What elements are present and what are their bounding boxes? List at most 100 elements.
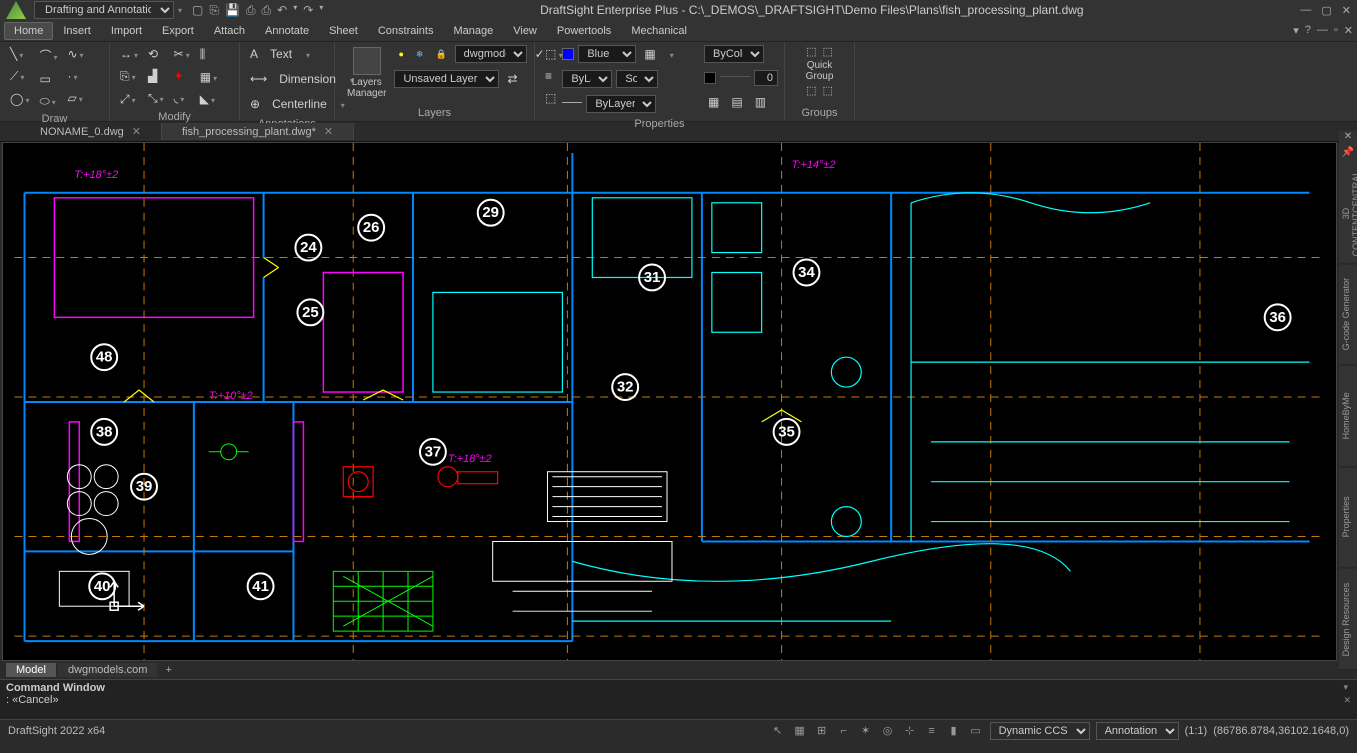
workspace-select[interactable]: Drafting and Annotation xyxy=(34,1,174,19)
qat-undo-drop[interactable]: ▾ xyxy=(293,3,297,18)
move-tool-icon[interactable]: ↔ xyxy=(116,45,142,63)
prop-grid-drop[interactable] xyxy=(664,45,678,63)
menu-import[interactable]: Import xyxy=(101,22,152,40)
side-homebyme[interactable]: HomeByMe xyxy=(1339,366,1357,467)
offset-tool-icon[interactable]: ⫼ xyxy=(196,45,221,64)
qat-redo-icon[interactable]: ↷ xyxy=(303,3,313,18)
qat-saveas-icon[interactable]: ⎙ xyxy=(246,3,256,18)
menu-manage[interactable]: Manage xyxy=(443,22,503,40)
layer-tool2-icon[interactable]: ⇄ xyxy=(503,70,521,88)
status-dyn-icon[interactable]: ▭ xyxy=(968,723,984,739)
status-lwt-icon[interactable]: ≡ xyxy=(924,723,940,739)
prop-match-icon[interactable]: ⬚ xyxy=(541,45,560,63)
layout-tab-model[interactable]: Model xyxy=(6,663,56,677)
menu-view[interactable]: View xyxy=(503,22,547,40)
center-label[interactable]: Centerline xyxy=(268,95,331,113)
menu-powertools[interactable]: Powertools xyxy=(547,22,621,40)
close-icon[interactable]: ✕ xyxy=(1342,4,1351,17)
side-design-resources[interactable]: Design Resources xyxy=(1339,569,1357,670)
status-annotation-select[interactable]: Annotation xyxy=(1096,722,1179,740)
text-drop[interactable] xyxy=(300,45,314,63)
polyline-tool-icon[interactable]: ⟋ xyxy=(6,67,33,86)
center-tool-icon[interactable]: ⊕ xyxy=(246,95,264,113)
fillet-tool-icon[interactable]: ◟ xyxy=(170,89,194,107)
status-polar-icon[interactable]: ✶ xyxy=(858,723,874,739)
array-tool-icon[interactable]: ▦ xyxy=(196,68,221,86)
bycolor-select[interactable]: ByColor xyxy=(704,45,764,63)
close-tab-icon[interactable]: ✕ xyxy=(324,125,333,138)
file-tab[interactable]: NONAME_0.dwg✕ xyxy=(20,123,162,140)
ellipse-tool-icon[interactable]: ⬭ xyxy=(35,92,61,111)
text-tool-icon[interactable]: A xyxy=(246,45,262,63)
status-cursor-icon[interactable]: ↖ xyxy=(770,723,786,739)
rotate-tool-icon[interactable]: ⟲ xyxy=(144,45,168,63)
menu-sheet[interactable]: Sheet xyxy=(319,22,368,40)
qat-new-icon[interactable]: ▢ xyxy=(192,3,203,18)
status-esnap-icon[interactable]: ◎ xyxy=(880,723,896,739)
qat-print-icon[interactable]: ⎙ xyxy=(262,3,272,18)
status-snap-icon[interactable]: ▦ xyxy=(792,723,808,739)
active-layer-select[interactable]: dwgmodel xyxy=(455,45,527,63)
menu-opts-icon[interactable]: ▾ xyxy=(1293,24,1299,37)
cmd-dock-icon[interactable]: ▾ xyxy=(1343,682,1351,693)
mirror-tool-icon[interactable]: ▟ xyxy=(144,67,168,85)
menu-close-icon[interactable]: ✕ xyxy=(1344,24,1353,37)
dim-tool-icon[interactable]: ⟷ xyxy=(246,70,271,88)
menu-mechanical[interactable]: Mechanical xyxy=(621,22,697,40)
copy-tool-icon[interactable]: ⎘ xyxy=(116,67,142,86)
scale-tool-icon[interactable]: ⤡ xyxy=(144,89,168,108)
file-tab[interactable]: fish_processing_plant.dwg*✕ xyxy=(162,123,354,140)
workspace-drop[interactable] xyxy=(176,4,182,16)
quick-group-button[interactable]: Quick Group xyxy=(806,60,834,82)
status-grid-icon[interactable]: ⊞ xyxy=(814,723,830,739)
status-qi-icon[interactable]: ▮ xyxy=(946,723,962,739)
arc-tool-icon[interactable]: ⌒ xyxy=(35,45,61,66)
trim-tool-icon[interactable]: ✂ xyxy=(170,45,194,63)
group-edit-icon[interactable]: ⬚ xyxy=(806,84,816,97)
layout-tab-add[interactable]: + xyxy=(159,663,177,677)
layers-manager-button[interactable]: Layers Manager xyxy=(341,45,392,101)
point-tool-icon[interactable]: · xyxy=(63,67,87,85)
layer-state-select[interactable]: Unsaved Layer State xyxy=(394,70,499,88)
lineweight-select[interactable]: ByLayer xyxy=(562,70,612,88)
menu-restore-icon[interactable]: ▫ xyxy=(1334,24,1338,37)
stretch-tool-icon[interactable]: ⤢ xyxy=(116,90,142,109)
status-ortho-icon[interactable]: ⌐ xyxy=(836,723,852,739)
status-ccs-select[interactable]: Dynamic CCS xyxy=(990,722,1090,740)
ungroup-icon[interactable]: ⬚ xyxy=(823,45,833,58)
side-properties[interactable]: Properties xyxy=(1339,467,1357,568)
text-label[interactable]: Text xyxy=(266,45,296,63)
qat-open-icon[interactable]: ⎘ xyxy=(209,3,219,18)
group-sel-icon[interactable]: ⬚ xyxy=(823,84,833,97)
close-tab-icon[interactable]: ✕ xyxy=(132,125,141,138)
region-tool-icon[interactable]: ▱ xyxy=(63,89,87,107)
side-pin-icon[interactable]: 📌 xyxy=(1339,147,1357,163)
menu-export[interactable]: Export xyxy=(152,22,204,40)
linestyle-select[interactable]: Solid xyxy=(616,70,658,88)
rect-tool-icon[interactable]: ▭ xyxy=(35,70,61,88)
qat-undo-icon[interactable]: ↶ xyxy=(277,3,287,18)
side-gcode[interactable]: G-code Generator xyxy=(1339,264,1357,365)
prop-tool-icon[interactable]: ⬚ xyxy=(541,89,560,107)
menu-help-icon[interactable]: ? xyxy=(1305,24,1311,37)
maximize-icon[interactable]: ▢ xyxy=(1321,4,1331,17)
minimize-icon[interactable]: — xyxy=(1300,4,1311,17)
linetype-select[interactable]: ByLayer xyxy=(586,95,656,113)
transparency-input[interactable] xyxy=(754,70,778,86)
prop-t1-icon[interactable]: ▦ xyxy=(704,93,723,111)
chamfer-tool-icon[interactable]: ◣ xyxy=(196,90,221,108)
circle-tool-icon[interactable]: ◯ xyxy=(6,90,33,108)
cmd-close-icon[interactable]: ✕ xyxy=(1343,695,1351,706)
color-select[interactable]: Blue xyxy=(578,45,636,63)
prop-grid-icon[interactable]: ▦ xyxy=(640,45,659,63)
dim-label[interactable]: Dimension xyxy=(275,70,340,88)
menu-insert[interactable]: Insert xyxy=(53,22,101,40)
qat-save-icon[interactable]: 💾 xyxy=(225,3,240,18)
prop-list-icon[interactable]: ≡ xyxy=(541,67,560,85)
layout-tab-sheet[interactable]: dwgmodels.com xyxy=(58,663,157,677)
prop-t3-icon[interactable]: ▥ xyxy=(751,93,770,111)
side-close-icon[interactable]: ✕ xyxy=(1339,131,1357,147)
side-3dcc[interactable]: 3D CONTENTCENTRAL xyxy=(1339,163,1357,264)
menu-constraints[interactable]: Constraints xyxy=(368,22,444,40)
line-tool-icon[interactable]: ╲ xyxy=(6,45,33,63)
